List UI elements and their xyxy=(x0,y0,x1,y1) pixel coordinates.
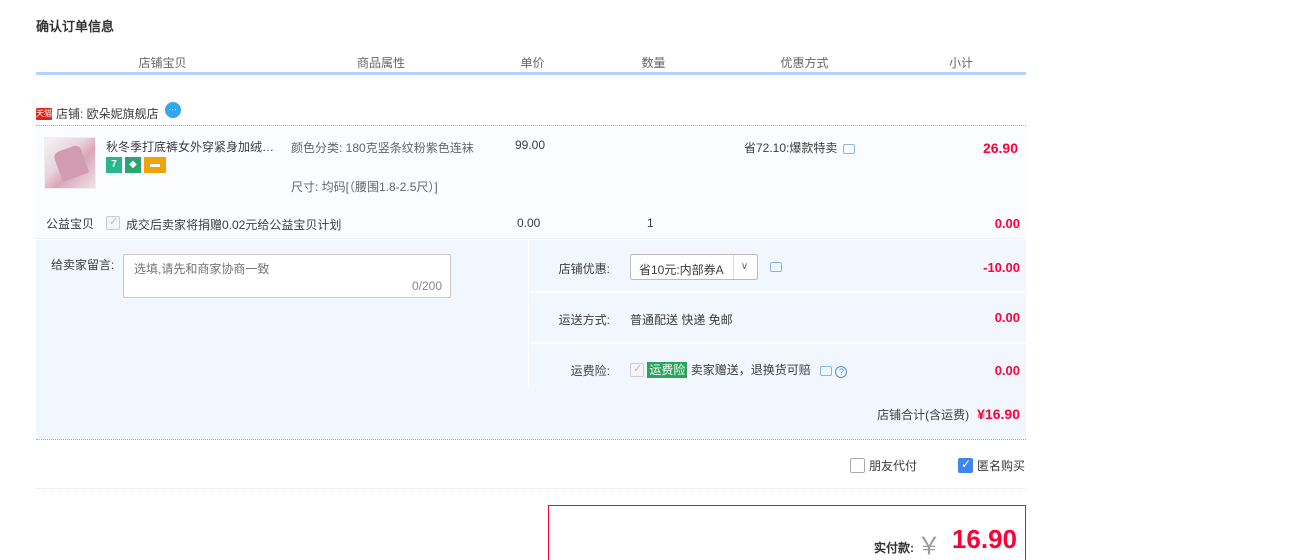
anonymous-checkbox[interactable] xyxy=(958,457,973,473)
payment-summary: 实付款: ￥ 16.90 xyxy=(548,505,1026,560)
message-input[interactable] xyxy=(134,260,434,278)
service-badges: 7 ◆ ▬ xyxy=(106,157,166,173)
message-char-count: 0/200 xyxy=(411,279,442,293)
friend-pay-checkbox[interactable] xyxy=(850,458,865,473)
shop-row: 天猫 店铺: 欧朵妮旗舰店 ⋯ xyxy=(36,101,1026,126)
column-header: 商品属性 xyxy=(291,54,473,72)
insurance-label: 运费险: xyxy=(570,364,610,378)
charity-qty: 1 xyxy=(647,216,654,230)
payment-label: 实付款: xyxy=(874,541,914,555)
guarantee-shield-icon[interactable]: ◆ xyxy=(125,157,141,173)
product-thumbnail[interactable] xyxy=(44,137,96,189)
seven-day-return-icon[interactable]: 7 xyxy=(106,157,122,173)
column-header: 单价 xyxy=(473,54,594,72)
shop-total: 店铺合计(含运费) ¥16.90 xyxy=(877,406,1020,423)
order-item-area: 秋冬季打底裤女外穿紧身加绒螺纹连裤袜 7 ◆ ▬ 颜色分类: 180克竖条纹粉紫… xyxy=(36,127,1026,239)
tmall-icon: 天猫 xyxy=(36,107,52,120)
message-label: 给卖家留言: xyxy=(51,258,115,272)
shop-discount-row: 店铺优惠: 省10元:内部券A ∨ -10.00 xyxy=(530,240,1026,293)
product-attr-color: 颜色分类: 180克竖条纹粉紫色连袜 xyxy=(291,141,474,155)
shop-total-label: 店铺合计(含运费) xyxy=(877,408,970,422)
unit-price: 99.00 xyxy=(515,138,546,152)
credit-card-icon[interactable]: ▬ xyxy=(144,157,166,173)
comment-icon[interactable] xyxy=(770,262,782,272)
insurance-tag: 运费险 xyxy=(647,362,688,378)
discount-text: 省72.10:爆款特卖 xyxy=(744,141,838,155)
friend-pay-label: 朋友代付 xyxy=(869,459,918,473)
table-header: 店铺宝贝 商品属性 单价 数量 优惠方式 小计 xyxy=(36,54,1026,75)
shop-total-amount: ¥16.90 xyxy=(977,406,1020,422)
charity-label: 公益宝贝 xyxy=(46,217,95,231)
item-subtotal: 26.90 xyxy=(982,140,1018,156)
column-header: 数量 xyxy=(594,54,715,72)
comment-icon[interactable] xyxy=(843,144,856,154)
comment-icon[interactable] xyxy=(820,366,833,376)
column-header: 小计 xyxy=(948,56,973,70)
wangwang-icon[interactable]: ⋯ xyxy=(164,101,181,118)
message-pane: 给卖家留言: 0/200 xyxy=(36,240,529,388)
column-header: 优惠方式 xyxy=(715,54,896,72)
shop-name[interactable]: 店铺: 欧朵妮旗舰店 xyxy=(56,105,159,122)
insurance-amount: 0.00 xyxy=(994,363,1020,378)
message-box[interactable]: 0/200 xyxy=(123,254,451,298)
help-icon[interactable]: ? xyxy=(835,366,848,378)
column-header: 店铺宝贝 xyxy=(36,54,291,72)
anonymous-option[interactable]: 匿名购买 xyxy=(958,457,1025,474)
insurance-value-wrap: 运费险 卖家赠送，退换货可赔 ? xyxy=(630,361,848,378)
section-title: 确认订单信息 xyxy=(36,19,115,34)
shipping-label: 运送方式: xyxy=(558,313,610,327)
shop-discount-label: 店铺优惠: xyxy=(558,262,610,276)
charity-text: 成交后卖家将捐赠0.02元给公益宝贝计划 xyxy=(126,218,342,232)
shipping-amount: 0.00 xyxy=(994,310,1020,325)
product-title[interactable]: 秋冬季打底裤女外穿紧身加绒螺纹连裤袜 xyxy=(106,138,286,155)
insurance-row: 运费险: 运费险 卖家赠送，退换货可赔 ? 0.00 xyxy=(530,344,1026,388)
insurance-checkbox[interactable] xyxy=(630,362,644,377)
order-extra-panel: 给卖家留言: 0/200 店铺优惠: 省10元:内部券A ∨ -10.00 运送… xyxy=(36,240,1026,440)
friend-pay-option[interactable]: 朋友代付 xyxy=(850,457,917,474)
coupon-selected: 省10元:内部券A xyxy=(639,263,724,277)
payment-amount: 16.90 xyxy=(951,524,1017,554)
anonymous-label: 匿名购买 xyxy=(977,459,1026,473)
charity-price: 0.00 xyxy=(517,216,541,230)
charity-subtotal: 0.00 xyxy=(994,216,1020,231)
coupon-select[interactable]: 省10元:内部券A ∨ xyxy=(630,254,758,280)
discount-method: 省72.10:爆款特卖 xyxy=(744,139,856,156)
shop-discount-amount: -10.00 xyxy=(983,260,1020,275)
shipping-value: 普通配送 快递 免邮 xyxy=(630,313,733,327)
charity-checkbox[interactable] xyxy=(106,215,120,230)
purchase-options: 朋友代付 匿名购买 xyxy=(36,455,1026,489)
shipping-row: 运送方式: 普通配送 快递 免邮 0.00 xyxy=(530,293,1026,344)
chevron-down-icon[interactable]: ∨ xyxy=(733,255,755,279)
payment-currency: ￥ xyxy=(917,533,941,560)
insurance-text: 卖家赠送，退换货可赔 xyxy=(690,363,811,377)
product-attr-size: 尺寸: 均码[（腰围1.8-2.5尺）] xyxy=(291,180,438,194)
